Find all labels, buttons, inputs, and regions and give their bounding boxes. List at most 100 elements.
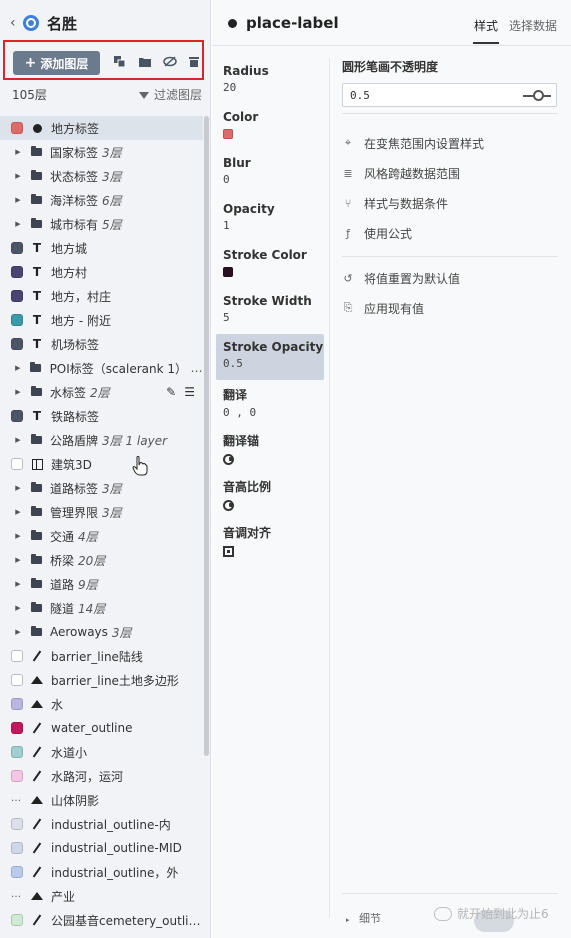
layer-name[interactable]: place-label: [246, 14, 339, 32]
layer-row[interactable]: barrier_line陆线: [0, 644, 203, 668]
layer-color-swatch[interactable]: [11, 314, 23, 326]
layer-color-swatch[interactable]: [11, 770, 23, 782]
layer-row[interactable]: ▶ 状态标签 3层: [0, 164, 203, 188]
layer-row[interactable]: 水道小: [0, 740, 203, 764]
opacity-input[interactable]: 0.5: [342, 83, 557, 107]
layer-color-swatch[interactable]: …: [11, 794, 23, 806]
layer-row[interactable]: ▶ 城市标有 5层: [0, 212, 203, 236]
layer-row[interactable]: ▶ 管理界限 3层: [0, 500, 203, 524]
layer-row[interactable]: 水路河，运河: [0, 764, 203, 788]
property-item[interactable]: Stroke Opacity 0.5: [216, 334, 324, 380]
expand-caret-icon[interactable]: ▶: [8, 148, 28, 156]
property-item[interactable]: Color: [216, 104, 324, 150]
trash-icon[interactable]: [189, 56, 199, 67]
layer-row[interactable]: T 地方村: [0, 260, 203, 284]
expand-caret-icon[interactable]: ▶: [8, 436, 28, 444]
layer-color-swatch[interactable]: [11, 650, 23, 662]
layer-color-swatch[interactable]: [11, 458, 23, 470]
property-item[interactable]: 音高比例: [216, 472, 324, 518]
layer-row[interactable]: 建筑3D: [0, 452, 203, 476]
style-by-condition-link[interactable]: ⑂ 样式与数据条件: [342, 188, 558, 218]
add-layer-button[interactable]: + 添加图层: [13, 51, 100, 75]
property-item[interactable]: 音调对齐: [216, 518, 324, 564]
layer-color-swatch[interactable]: [11, 338, 23, 350]
layer-color-swatch[interactable]: [11, 410, 23, 422]
layer-color-swatch[interactable]: [11, 122, 23, 134]
property-item[interactable]: Radius 20: [216, 58, 324, 104]
layer-row[interactable]: T 地方城: [0, 236, 203, 260]
tab-select-data[interactable]: 选择数据: [509, 17, 557, 34]
layer-row[interactable]: 公园基音cemetery_outli…: [0, 908, 203, 932]
layer-row[interactable]: industrial_outline，外: [0, 860, 203, 884]
layer-color-swatch[interactable]: [11, 242, 23, 254]
layer-row[interactable]: ▶ 海洋标签 6层: [0, 188, 203, 212]
property-item[interactable]: Blur 0: [216, 150, 324, 196]
layer-color-swatch[interactable]: [11, 266, 23, 278]
layer-row[interactable]: T 铁路标签: [0, 404, 203, 428]
back-icon[interactable]: ‹: [10, 15, 20, 31]
expand-caret-icon[interactable]: ▶: [8, 484, 28, 492]
property-item[interactable]: 翻译锚: [216, 426, 324, 472]
layer-row[interactable]: T 地方，村庄: [0, 284, 203, 308]
layer-row[interactable]: … 山体阴影: [0, 788, 203, 812]
layer-row[interactable]: ▶ 桥梁 20层: [0, 548, 203, 572]
layer-color-swatch[interactable]: [11, 698, 23, 710]
layer-row[interactable]: ▶ 交通 4层: [0, 524, 203, 548]
property-item[interactable]: Opacity 1: [216, 196, 324, 242]
property-item[interactable]: Stroke Width 5: [216, 288, 324, 334]
property-item[interactable]: Stroke Color: [216, 242, 324, 288]
expand-caret-icon[interactable]: ▶: [8, 364, 28, 372]
layer-row[interactable]: water_outline: [0, 716, 203, 740]
expand-caret-icon[interactable]: ▶: [8, 172, 28, 180]
layer-row[interactable]: T 地方 - 附近: [0, 308, 203, 332]
expand-caret-icon[interactable]: ▶: [8, 532, 28, 540]
expand-caret-icon[interactable]: ▶: [8, 508, 28, 516]
layer-color-swatch[interactable]: [11, 842, 23, 854]
color-swatch[interactable]: [223, 129, 233, 139]
apply-existing-link[interactable]: ⎘ 应用现有值: [342, 293, 558, 323]
style-by-zoom-link[interactable]: ⌖ 在变焦范围内设置样式: [342, 128, 558, 158]
layer-row[interactable]: barrier_line土地多边形: [0, 668, 203, 692]
expand-caret-icon[interactable]: ▶: [8, 628, 28, 636]
layer-color-swatch[interactable]: [11, 746, 23, 758]
layer-row[interactable]: 水: [0, 692, 203, 716]
expand-caret-icon[interactable]: ▶: [8, 196, 28, 204]
layer-list-scrollbar[interactable]: [204, 116, 209, 756]
expand-caret-icon[interactable]: ▶: [8, 556, 28, 564]
expand-caret-icon[interactable]: ▶: [8, 220, 28, 228]
expand-caret-icon[interactable]: ▶: [8, 580, 28, 588]
layer-row[interactable]: ▶ POI标签（scalerank 1）…: [0, 356, 203, 380]
reset-default-link[interactable]: ↺ 将值重置为默认值: [342, 263, 558, 293]
filter-layers-button[interactable]: 过滤图层: [138, 86, 202, 103]
expand-caret-icon[interactable]: ▶: [8, 388, 28, 396]
layer-color-swatch[interactable]: [11, 674, 23, 686]
layer-color-swatch[interactable]: [11, 866, 23, 878]
style-by-data-range-link[interactable]: ≣ 风格跨越数据范围: [342, 158, 558, 188]
layer-row[interactable]: ▶ 道路 9层: [0, 572, 203, 596]
layer-row[interactable]: ▶ 公路盾牌 3层 1 layer: [0, 428, 203, 452]
layer-color-swatch[interactable]: [11, 818, 23, 830]
layer-row[interactable]: … 产业: [0, 884, 203, 908]
property-item[interactable]: 翻译 0 , 0: [216, 380, 324, 426]
layer-row[interactable]: ▶ 道路标签 3层: [0, 476, 203, 500]
layer-row[interactable]: ▶ 水标签 2层 ✎ ☰: [0, 380, 203, 404]
layer-color-swatch[interactable]: [11, 914, 23, 926]
duplicate-icon[interactable]: [114, 56, 126, 67]
style-title[interactable]: 名胜: [47, 13, 77, 34]
hide-icon[interactable]: [163, 56, 177, 67]
folder-icon[interactable]: [139, 56, 151, 67]
details-toggle[interactable]: ▸ 细节: [346, 910, 381, 926]
edit-icon[interactable]: ✎: [166, 385, 176, 399]
opacity-slider-handle[interactable]: [533, 90, 544, 101]
use-formula-link[interactable]: ƒ 使用公式: [342, 218, 558, 248]
layer-row[interactable]: ▶ 国家标签 3层: [0, 140, 203, 164]
layer-color-swatch[interactable]: [11, 290, 23, 302]
layer-row[interactable]: industrial_outline-内: [0, 812, 203, 836]
layer-row[interactable]: T 机场标签: [0, 332, 203, 356]
layer-color-swatch[interactable]: …: [11, 890, 23, 902]
color-swatch[interactable]: [223, 267, 233, 277]
expand-caret-icon[interactable]: ▶: [8, 604, 28, 612]
layer-row[interactable]: ▶ Aeroways 3层: [0, 620, 203, 644]
layer-color-swatch[interactable]: [11, 722, 23, 734]
layer-row[interactable]: industrial_outline-MID: [0, 836, 203, 860]
